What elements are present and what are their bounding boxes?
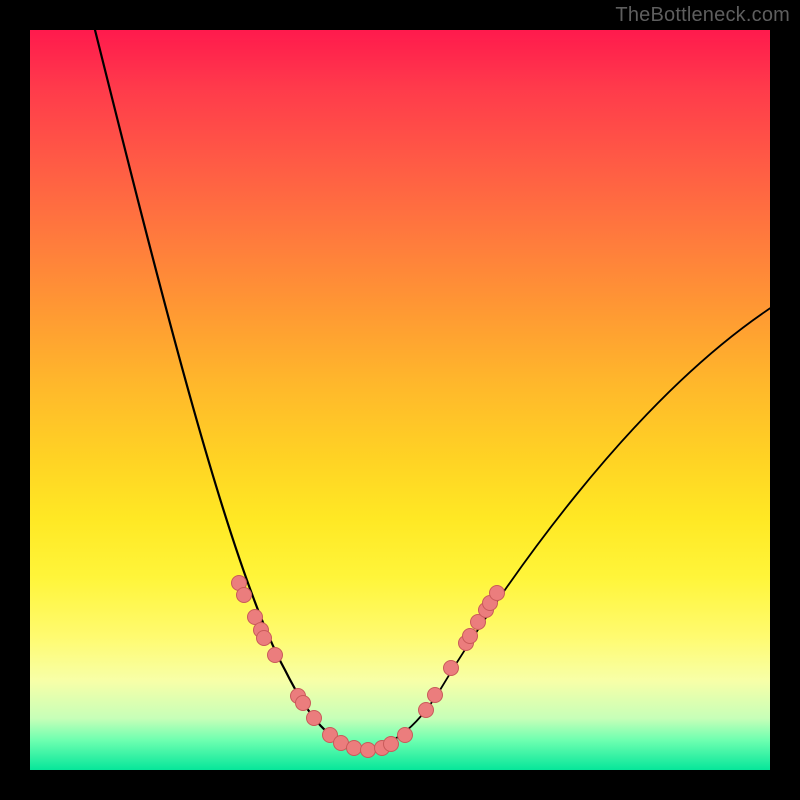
data-point: [398, 728, 413, 743]
data-point: [237, 588, 252, 603]
data-point: [444, 661, 459, 676]
chart-frame: [30, 30, 770, 770]
chart-svg: [30, 30, 770, 770]
data-point: [257, 631, 272, 646]
data-point: [490, 586, 505, 601]
watermark-text: TheBottleneck.com: [615, 4, 790, 27]
left-curve: [90, 10, 360, 750]
data-point: [463, 629, 478, 644]
data-point: [361, 743, 376, 758]
data-point: [307, 711, 322, 726]
data-point: [428, 688, 443, 703]
right-curve: [360, 305, 775, 750]
data-point: [419, 703, 434, 718]
data-point: [384, 737, 399, 752]
data-point: [347, 741, 362, 756]
data-point: [296, 696, 311, 711]
data-point: [268, 648, 283, 663]
dots-right-group: [384, 586, 505, 752]
curve-group: [90, 10, 775, 750]
